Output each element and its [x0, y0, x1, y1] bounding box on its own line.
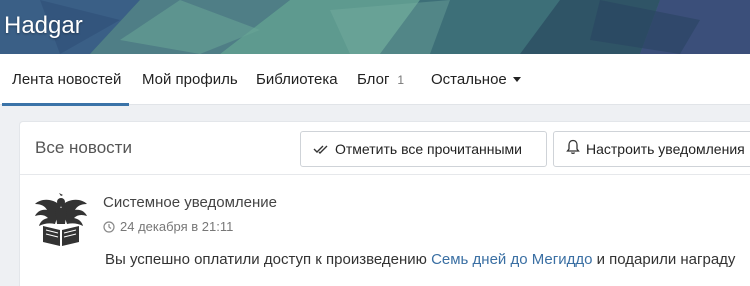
nav-tab-blog[interactable]: Блог 1	[357, 54, 404, 105]
clock-icon	[103, 221, 115, 236]
news-panel-title: Все новости	[35, 138, 132, 157]
nav-tab-label: Библиотека	[256, 71, 338, 88]
nav-tab-library[interactable]: Библиотека	[256, 54, 338, 105]
nav-tab-label: Остальное	[431, 71, 507, 88]
notification-settings-button[interactable]: Настроить уведомления	[553, 131, 750, 167]
phoenix-book-logo-icon	[33, 192, 89, 248]
double-check-icon	[313, 133, 329, 166]
news-panel-header: Все новости Отметить все прочитанными На…	[20, 122, 750, 175]
mark-all-read-label: Отметить все прочитанными	[335, 141, 523, 157]
news-item-time-text: 24 декабря в 21:11	[120, 219, 234, 234]
nav-tab-news-feed[interactable]: Лента новостей	[1, 54, 130, 106]
news-item-time: 24 декабря в 21:11	[103, 219, 233, 236]
banner-background	[0, 0, 750, 54]
header-banner: Hadgar	[0, 0, 750, 54]
nav-tab-label: Лента новостей	[12, 71, 122, 88]
site-title[interactable]: Hadgar	[4, 12, 83, 40]
nav-tab-label: Мой профиль	[142, 71, 238, 88]
news-item-title[interactable]: Системное уведомление	[103, 194, 277, 211]
news-panel: Все новости Отметить все прочитанными На…	[20, 122, 750, 286]
nav-dropdown-more[interactable]: Остальное	[431, 54, 521, 105]
main-nav: Лента новостей Мой профиль Библиотека Бл…	[0, 54, 750, 106]
notification-settings-label: Настроить уведомления	[586, 141, 745, 157]
news-text-after: и подарили награду	[592, 251, 736, 268]
caret-down-icon	[512, 77, 521, 82]
blog-count-badge: 1	[397, 73, 405, 87]
news-item-text: Вы успешно оплатили доступ к произведени…	[105, 251, 735, 268]
news-text-before: Вы успешно оплатили доступ к произведени…	[105, 251, 432, 268]
bell-icon	[566, 133, 580, 166]
nav-tab-my-profile[interactable]: Мой профиль	[142, 54, 238, 105]
news-item: Системное уведомление 24 декабря в 21:11…	[20, 176, 750, 286]
mark-all-read-button[interactable]: Отметить все прочитанными	[300, 131, 547, 167]
nav-tab-label: Блог	[357, 71, 390, 88]
work-link[interactable]: Семь дней до Мегиддо	[431, 251, 592, 268]
